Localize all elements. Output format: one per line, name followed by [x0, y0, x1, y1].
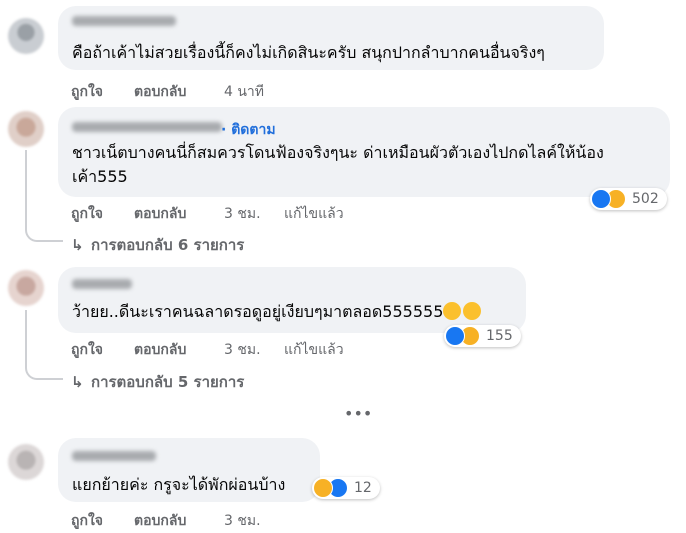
thread-line [25, 310, 63, 380]
like-button[interactable]: ถูกใจ [71, 339, 103, 361]
commenter-name[interactable] [72, 279, 132, 289]
like-button[interactable]: ถูกใจ [71, 203, 103, 225]
comment-bubble: แยกย้ายค่ะ กรูจะได้พักผ่อนบ้าง [58, 438, 320, 502]
avatar[interactable] [8, 444, 44, 480]
ellipsis-icon[interactable]: ••• [344, 406, 372, 422]
comment-bubble: ว้ายย..ดีนะเราคนฉลาดรอดูอยู่เงียบๆมาตลอด… [58, 267, 526, 333]
follow-link[interactable]: · ติดตาม [221, 119, 276, 141]
view-replies-link[interactable]: ↳ การตอบกลับ 5 รายการ [71, 370, 244, 394]
like-button[interactable]: ถูกใจ [71, 81, 103, 103]
comment-actions: ถูกใจ ตอบกลับ 3 ชม. แก้ไขแล้ว [71, 203, 371, 223]
comment-bubble: คือถ้าเค้าไม่สวยเรื่องนี้ก็คงไม่เกิดสินะ… [58, 6, 604, 70]
reply-button[interactable]: ตอบกลับ [134, 339, 186, 361]
edited-label[interactable]: แก้ไขแล้ว [284, 339, 344, 361]
commenter-name[interactable] [72, 122, 222, 132]
like-button[interactable]: ถูกใจ [71, 510, 103, 532]
reply-button[interactable]: ตอบกลับ [134, 203, 186, 225]
replies-count-label: การตอบกลับ 5 รายการ [91, 373, 245, 391]
reply-arrow-icon: ↳ [71, 373, 84, 391]
like-reaction-icon [591, 189, 611, 209]
avatar[interactable] [8, 270, 44, 306]
reaction-count: 502 [632, 191, 659, 207]
like-reaction-icon [445, 326, 465, 346]
avatar[interactable] [8, 18, 44, 54]
comment-text-content: ว้ายย..ดีนะเราคนฉลาดรอดูอยู่เงียบๆมาตลอด… [72, 302, 444, 321]
haha-reaction-icon [313, 478, 333, 498]
comment-text: เค้า555 [72, 167, 128, 186]
comment-bubble: · ติดตาม ชาวเน็ตบางคนนี่ก็สมควรโดนฟ้องจร… [58, 107, 670, 197]
comment-text: แยกย้ายค่ะ กรูจะได้พักผ่อนบ้าง [72, 475, 286, 494]
timestamp[interactable]: 3 ชม. [224, 339, 261, 361]
comment-text: คือถ้าเค้าไม่สวยเรื่องนี้ก็คงไม่เกิดสินะ… [72, 43, 545, 62]
timestamp[interactable]: 3 ชม. [224, 510, 261, 532]
comment-actions: ถูกใจ ตอบกลับ 4 นาที [71, 81, 331, 101]
comment-actions: ถูกใจ ตอบกลับ 3 ชม. [71, 510, 331, 530]
timestamp[interactable]: 3 ชม. [224, 203, 261, 225]
comment-actions: ถูกใจ ตอบกลับ 3 ชม. แก้ไขแล้ว [71, 339, 371, 359]
reaction-summary[interactable]: 155 [444, 325, 521, 347]
avatar[interactable] [8, 111, 44, 147]
reply-arrow-icon: ↳ [71, 236, 84, 254]
timestamp[interactable]: 4 นาที [224, 81, 264, 103]
comment-text: ชาวเน็ตบางคนนี่ก็สมควรโดนฟ้องจริงๆนะ ด่า… [72, 143, 604, 162]
comment-text: ว้ายย..ดีนะเราคนฉลาดรอดูอยู่เงียบๆมาตลอด… [72, 299, 482, 324]
rofl-emoji-icon [443, 302, 462, 320]
reaction-summary[interactable]: 502 [590, 188, 667, 210]
reaction-count: 12 [354, 480, 372, 496]
view-replies-link[interactable]: ↳ การตอบกลับ 6 รายการ [71, 233, 244, 257]
grin-emoji-icon [463, 302, 482, 320]
replies-count-label: การตอบกลับ 6 รายการ [91, 236, 245, 254]
edited-label[interactable]: แก้ไขแล้ว [284, 203, 344, 225]
reaction-summary[interactable]: 12 [312, 477, 380, 499]
commenter-name[interactable] [72, 451, 156, 461]
reaction-count: 155 [486, 328, 513, 344]
commenter-name[interactable] [72, 16, 176, 26]
reply-button[interactable]: ตอบกลับ [134, 81, 186, 103]
reply-button[interactable]: ตอบกลับ [134, 510, 186, 532]
